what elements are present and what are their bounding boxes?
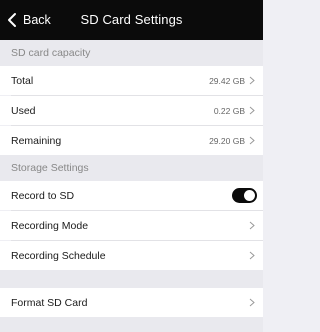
chevron-right-icon	[249, 136, 255, 145]
row-label: Used	[11, 104, 36, 117]
format-sd-card-row[interactable]: Format SD Card	[0, 288, 263, 317]
row-label: Recording Mode	[11, 219, 89, 232]
row-label: Remaining	[11, 134, 62, 147]
row-label: Format SD Card	[11, 296, 88, 309]
row-value: 0.22 GB	[213, 105, 245, 116]
section-spacer	[0, 270, 263, 288]
row-label: Record to SD	[11, 189, 75, 202]
capacity-row-used[interactable]: Used 0.22 GB	[0, 96, 263, 125]
capacity-row-total[interactable]: Total 29.42 GB	[0, 66, 263, 95]
capacity-row-remaining[interactable]: Remaining 29.20 GB	[0, 126, 263, 155]
page-title: SD Card Settings	[80, 12, 183, 27]
recording-mode-row[interactable]: Recording Mode	[0, 211, 263, 240]
chevron-right-icon	[249, 221, 255, 230]
toggle-knob	[244, 190, 255, 201]
row-label: Total	[11, 74, 34, 87]
record-to-sd-row: Record to SD	[0, 181, 263, 210]
record-to-sd-toggle[interactable]	[232, 188, 257, 203]
chevron-right-icon	[249, 76, 255, 85]
section-header-capacity: SD card capacity	[0, 40, 263, 66]
recording-schedule-row[interactable]: Recording Schedule	[0, 241, 263, 270]
row-label: Recording Schedule	[11, 249, 106, 262]
row-value: 29.42 GB	[209, 75, 245, 86]
chevron-right-icon	[249, 106, 255, 115]
row-value: 29.20 GB	[209, 135, 245, 146]
chevron-right-icon	[249, 298, 255, 307]
bottom-spacer	[0, 317, 263, 332]
section-header-storage: Storage Settings	[0, 155, 263, 181]
nav-header: Back SD Card Settings	[0, 0, 263, 40]
chevron-right-icon	[249, 251, 255, 260]
